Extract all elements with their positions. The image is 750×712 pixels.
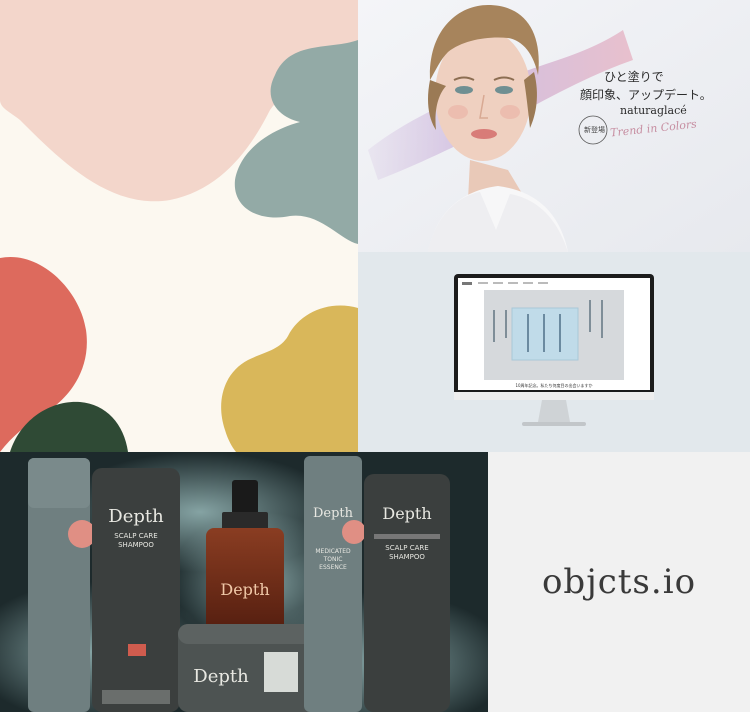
new-badge: 新登場 [584, 126, 605, 134]
brand-label-5: Depth [382, 504, 432, 523]
product-2-line-1: MEDICATED [315, 548, 351, 555]
headline-line-2: 顔印象、アップデート。 [580, 88, 712, 102]
brand-label-4: Depth [312, 506, 354, 521]
cosmetics-portrait-tile[interactable]: ひと塗りで 顔印象、アップデート。 naturaglacé 新登場 Trend … [358, 0, 750, 252]
product-3-line-2: SHAMPOO [389, 553, 425, 561]
product-1-line-2: SHAMPOO [118, 541, 154, 549]
product-1-line-1: SCALP CARE [114, 532, 158, 540]
abstract-shapes-art [0, 0, 358, 452]
objcts-logo-tile[interactable]: objcts.io [488, 452, 750, 712]
monitor-art [454, 274, 654, 426]
brand-label-3: Depth [193, 666, 249, 687]
depth-products-tile[interactable]: Depth SCALP CARE SHAMPOO Depth Depth Dep… [0, 452, 488, 712]
website-monitor-tile[interactable]: 10周年記念。私たち何度目の出会いますか [358, 252, 750, 452]
product-2-line-3: ESSENCE [319, 564, 347, 571]
headline-line-1: ひと塗りで [604, 70, 664, 84]
brand-name: naturaglacé [620, 104, 687, 117]
objcts-logo-text: objcts.io [541, 562, 697, 602]
website-caption: 10周年記念。私たち何度目の出会いますか [515, 383, 593, 388]
abstract-shapes-tile[interactable] [0, 0, 358, 452]
brand-label-2: Depth [220, 580, 270, 599]
product-3-line-1: SCALP CARE [385, 544, 429, 552]
product-2-line-2: TONIC [323, 556, 343, 563]
brand-label-1: Depth [108, 506, 164, 527]
